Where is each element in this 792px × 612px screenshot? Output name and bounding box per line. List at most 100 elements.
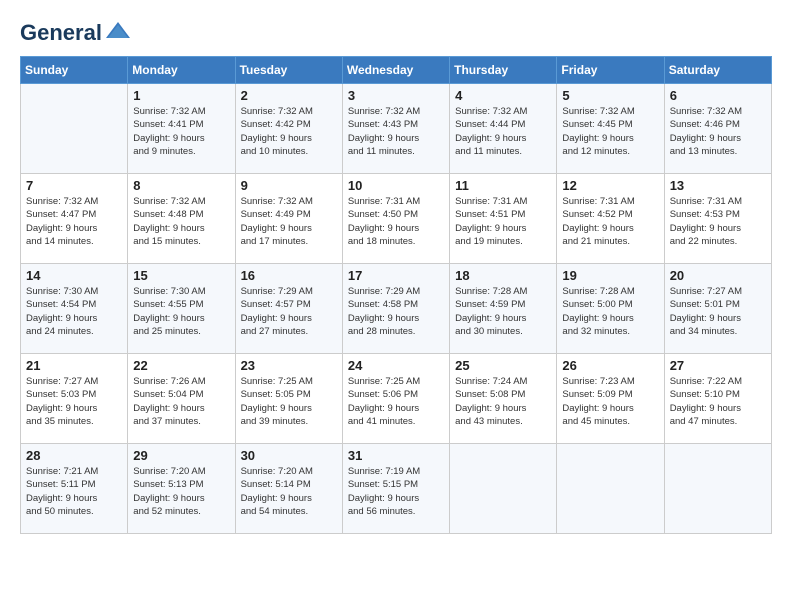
day-info: Sunrise: 7:24 AM Sunset: 5:08 PM Dayligh… [455, 375, 551, 428]
calendar-table: SundayMondayTuesdayWednesdayThursdayFrid… [20, 56, 772, 534]
day-info: Sunrise: 7:31 AM Sunset: 4:50 PM Dayligh… [348, 195, 444, 248]
day-cell: 23 Sunrise: 7:25 AM Sunset: 5:05 PM Dayli… [235, 354, 342, 444]
day-info: Sunrise: 7:22 AM Sunset: 5:10 PM Dayligh… [670, 375, 766, 428]
day-number: 29 [133, 448, 229, 463]
day-cell: 13 Sunrise: 7:31 AM Sunset: 4:53 PM Dayli… [664, 174, 771, 264]
day-info: Sunrise: 7:32 AM Sunset: 4:43 PM Dayligh… [348, 105, 444, 158]
day-cell: 24 Sunrise: 7:25 AM Sunset: 5:06 PM Dayli… [342, 354, 449, 444]
day-cell: 28 Sunrise: 7:21 AM Sunset: 5:11 PM Dayli… [21, 444, 128, 534]
day-cell: 29 Sunrise: 7:20 AM Sunset: 5:13 PM Dayli… [128, 444, 235, 534]
day-cell: 9 Sunrise: 7:32 AM Sunset: 4:49 PM Daylig… [235, 174, 342, 264]
day-cell [557, 444, 664, 534]
day-number: 6 [670, 88, 766, 103]
day-number: 25 [455, 358, 551, 373]
day-info: Sunrise: 7:32 AM Sunset: 4:46 PM Dayligh… [670, 105, 766, 158]
day-number: 24 [348, 358, 444, 373]
day-number: 17 [348, 268, 444, 283]
day-number: 21 [26, 358, 122, 373]
day-cell: 27 Sunrise: 7:22 AM Sunset: 5:10 PM Dayli… [664, 354, 771, 444]
day-info: Sunrise: 7:31 AM Sunset: 4:51 PM Dayligh… [455, 195, 551, 248]
week-row-0: 1 Sunrise: 7:32 AM Sunset: 4:41 PM Daylig… [21, 84, 772, 174]
day-cell: 11Sunrise: 7:31 AM Sunset: 4:51 PM Dayli… [450, 174, 557, 264]
day-info: Sunrise: 7:32 AM Sunset: 4:41 PM Dayligh… [133, 105, 229, 158]
day-info: Sunrise: 7:30 AM Sunset: 4:55 PM Dayligh… [133, 285, 229, 338]
day-number: 23 [241, 358, 337, 373]
day-number: 30 [241, 448, 337, 463]
day-info: Sunrise: 7:19 AM Sunset: 5:15 PM Dayligh… [348, 465, 444, 518]
day-number: 18 [455, 268, 551, 283]
day-cell: 16 Sunrise: 7:29 AM Sunset: 4:57 PM Dayli… [235, 264, 342, 354]
header-cell-sunday: Sunday [21, 57, 128, 84]
day-info: Sunrise: 7:26 AM Sunset: 5:04 PM Dayligh… [133, 375, 229, 428]
day-info: Sunrise: 7:32 AM Sunset: 4:47 PM Dayligh… [26, 195, 122, 248]
day-cell: 7Sunrise: 7:32 AM Sunset: 4:47 PM Daylig… [21, 174, 128, 264]
day-cell: 6 Sunrise: 7:32 AM Sunset: 4:46 PM Daylig… [664, 84, 771, 174]
day-cell: 30 Sunrise: 7:20 AM Sunset: 5:14 PM Dayli… [235, 444, 342, 534]
page-header: General [20, 20, 772, 40]
day-number: 8 [133, 178, 229, 193]
week-row-4: 28 Sunrise: 7:21 AM Sunset: 5:11 PM Dayli… [21, 444, 772, 534]
day-cell: 3 Sunrise: 7:32 AM Sunset: 4:43 PM Daylig… [342, 84, 449, 174]
day-cell [21, 84, 128, 174]
day-number: 27 [670, 358, 766, 373]
week-row-2: 14 Sunrise: 7:30 AM Sunset: 4:54 PM Dayli… [21, 264, 772, 354]
day-info: Sunrise: 7:31 AM Sunset: 4:52 PM Dayligh… [562, 195, 658, 248]
day-cell: 1 Sunrise: 7:32 AM Sunset: 4:41 PM Daylig… [128, 84, 235, 174]
header-cell-tuesday: Tuesday [235, 57, 342, 84]
day-number: 20 [670, 268, 766, 283]
day-number: 5 [562, 88, 658, 103]
day-info: Sunrise: 7:31 AM Sunset: 4:53 PM Dayligh… [670, 195, 766, 248]
day-info: Sunrise: 7:32 AM Sunset: 4:48 PM Dayligh… [133, 195, 229, 248]
day-info: Sunrise: 7:23 AM Sunset: 5:09 PM Dayligh… [562, 375, 658, 428]
day-cell: 21 Sunrise: 7:27 AM Sunset: 5:03 PM Dayli… [21, 354, 128, 444]
day-cell: 19Sunrise: 7:28 AM Sunset: 5:00 PM Dayli… [557, 264, 664, 354]
day-info: Sunrise: 7:21 AM Sunset: 5:11 PM Dayligh… [26, 465, 122, 518]
day-cell: 17 Sunrise: 7:29 AM Sunset: 4:58 PM Dayli… [342, 264, 449, 354]
day-info: Sunrise: 7:28 AM Sunset: 5:00 PM Dayligh… [562, 285, 658, 338]
day-info: Sunrise: 7:29 AM Sunset: 4:58 PM Dayligh… [348, 285, 444, 338]
day-cell [450, 444, 557, 534]
day-cell: 15Sunrise: 7:30 AM Sunset: 4:55 PM Dayli… [128, 264, 235, 354]
calendar-header: SundayMondayTuesdayWednesdayThursdayFrid… [21, 57, 772, 84]
day-cell: 26 Sunrise: 7:23 AM Sunset: 5:09 PM Dayli… [557, 354, 664, 444]
day-info: Sunrise: 7:20 AM Sunset: 5:14 PM Dayligh… [241, 465, 337, 518]
logo: General [20, 20, 132, 40]
day-info: Sunrise: 7:32 AM Sunset: 4:42 PM Dayligh… [241, 105, 337, 158]
day-cell: 14 Sunrise: 7:30 AM Sunset: 4:54 PM Dayli… [21, 264, 128, 354]
day-info: Sunrise: 7:30 AM Sunset: 4:54 PM Dayligh… [26, 285, 122, 338]
day-info: Sunrise: 7:20 AM Sunset: 5:13 PM Dayligh… [133, 465, 229, 518]
day-number: 12 [562, 178, 658, 193]
day-info: Sunrise: 7:29 AM Sunset: 4:57 PM Dayligh… [241, 285, 337, 338]
day-number: 3 [348, 88, 444, 103]
day-number: 2 [241, 88, 337, 103]
day-number: 9 [241, 178, 337, 193]
day-cell: 4 Sunrise: 7:32 AM Sunset: 4:44 PM Daylig… [450, 84, 557, 174]
day-info: Sunrise: 7:28 AM Sunset: 4:59 PM Dayligh… [455, 285, 551, 338]
day-number: 16 [241, 268, 337, 283]
day-info: Sunrise: 7:25 AM Sunset: 5:06 PM Dayligh… [348, 375, 444, 428]
logo-icon [104, 20, 132, 42]
day-info: Sunrise: 7:25 AM Sunset: 5:05 PM Dayligh… [241, 375, 337, 428]
day-number: 1 [133, 88, 229, 103]
day-cell: 25 Sunrise: 7:24 AM Sunset: 5:08 PM Dayli… [450, 354, 557, 444]
calendar-body: 1 Sunrise: 7:32 AM Sunset: 4:41 PM Daylig… [21, 84, 772, 534]
day-number: 13 [670, 178, 766, 193]
day-info: Sunrise: 7:27 AM Sunset: 5:03 PM Dayligh… [26, 375, 122, 428]
header-cell-saturday: Saturday [664, 57, 771, 84]
day-cell: 10Sunrise: 7:31 AM Sunset: 4:50 PM Dayli… [342, 174, 449, 264]
day-cell: 12 Sunrise: 7:31 AM Sunset: 4:52 PM Dayli… [557, 174, 664, 264]
day-cell: 18 Sunrise: 7:28 AM Sunset: 4:59 PM Dayli… [450, 264, 557, 354]
day-number: 14 [26, 268, 122, 283]
day-cell: 31Sunrise: 7:19 AM Sunset: 5:15 PM Dayli… [342, 444, 449, 534]
header-row: SundayMondayTuesdayWednesdayThursdayFrid… [21, 57, 772, 84]
day-number: 22 [133, 358, 229, 373]
header-cell-wednesday: Wednesday [342, 57, 449, 84]
day-info: Sunrise: 7:32 AM Sunset: 4:49 PM Dayligh… [241, 195, 337, 248]
day-info: Sunrise: 7:32 AM Sunset: 4:44 PM Dayligh… [455, 105, 551, 158]
day-number: 26 [562, 358, 658, 373]
logo-general: General [20, 20, 102, 46]
day-number: 28 [26, 448, 122, 463]
day-number: 4 [455, 88, 551, 103]
header-cell-friday: Friday [557, 57, 664, 84]
day-info: Sunrise: 7:32 AM Sunset: 4:45 PM Dayligh… [562, 105, 658, 158]
